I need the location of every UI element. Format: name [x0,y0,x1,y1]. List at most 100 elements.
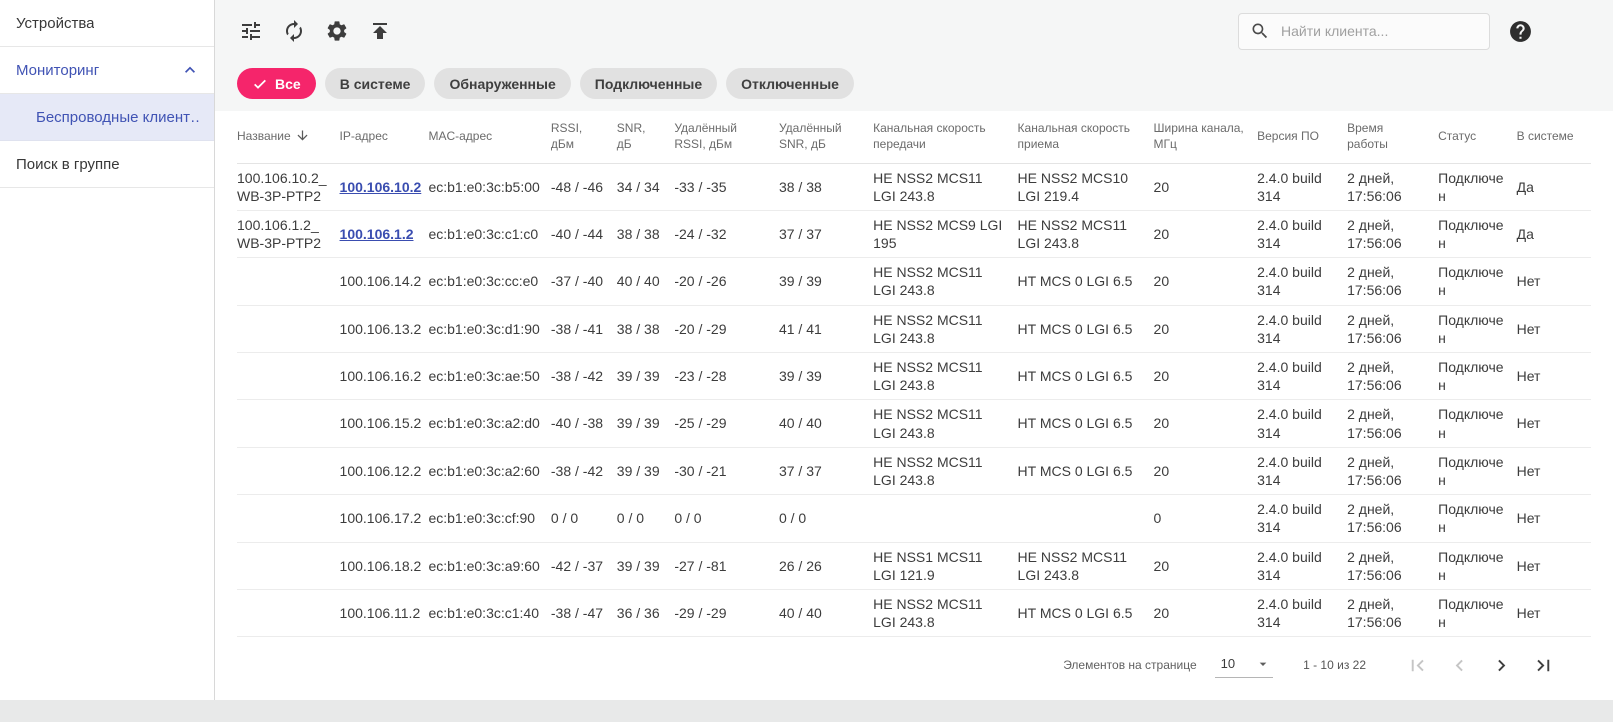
column-header-label: В системе [1517,129,1574,143]
column-header-channel_width[interactable]: Ширина канала, МГц [1154,111,1258,163]
toolbar-right [1238,13,1535,50]
filter-settings-button[interactable] [237,17,265,45]
cell-channel_width: 20 [1154,305,1258,352]
cell-ip: 100.106.10.2 [340,163,429,210]
ip-link[interactable]: 100.106.1.2 [340,226,414,242]
search-input[interactable] [1279,22,1478,40]
column-header-name[interactable]: Название [237,111,340,163]
sidebar-item-group-search[interactable]: Поиск в группе [0,141,214,188]
column-header-in_system[interactable]: В системе [1517,111,1591,163]
search-icon [1250,21,1270,41]
cell-remote_snr: 26 / 26 [779,542,873,589]
sidebar: Устройства Мониторинг Беспроводные клиен… [0,0,215,700]
refresh-button[interactable] [280,17,308,45]
cell-mac: ec:b1:e0:3c:d1:90 [428,305,550,352]
column-header-label: Статус [1438,129,1476,143]
cell-remote_snr: 40 / 40 [779,589,873,636]
cell-ip: 100.106.17.2 [340,495,429,542]
last-page-button[interactable] [1530,652,1557,679]
column-header-mac[interactable]: MAC-адрес [428,111,550,163]
cell-ip: 100.106.15.2 [340,400,429,447]
column-header-version[interactable]: Версия ПО [1257,111,1347,163]
cell-remote_snr: 0 / 0 [779,495,873,542]
cell-mac: ec:b1:e0:3c:cf:90 [428,495,550,542]
cell-uptime: 2 дней, 17:56:06 [1347,210,1438,257]
cell-rx_rate: HT MCS 0 LGI 6.5 [1018,400,1154,447]
cell-rx_rate: HE NSS2 MCS11 LGI 243.8 [1018,210,1154,257]
cell-channel_width: 20 [1154,589,1258,636]
cell-mac: ec:b1:e0:3c:a2:60 [428,447,550,494]
cell-rx_rate: HT MCS 0 LGI 6.5 [1018,305,1154,352]
cell-status: Подключен [1438,210,1516,257]
upload-button[interactable] [366,17,394,45]
cell-in_system: Нет [1517,495,1591,542]
table-row[interactable]: 100.106.12.2ec:b1:e0:3c:a2:60-38 / -4239… [237,447,1591,494]
table-header-row: Название IP-адрес MAC-адресRSSI, дБмSNR, д… [237,111,1591,163]
cell-version: 2.4.0 build 314 [1257,305,1347,352]
column-header-remote_snr[interactable]: Удалённый SNR, дБ [779,111,873,163]
table-row[interactable]: 100.106.10.2_WB-3P-PTP2100.106.10.2ec:b1… [237,163,1591,210]
cell-channel_width: 20 [1154,542,1258,589]
table-row[interactable]: 100.106.18.2ec:b1:e0:3c:a9:60-42 / -3739… [237,542,1591,589]
sidebar-item-wireless-clients[interactable]: Беспроводные клиент… [0,94,214,141]
settings-button[interactable] [323,17,351,45]
cell-in_system: Да [1517,210,1591,257]
column-header-rx_rate[interactable]: Канальная скорость приема [1018,111,1154,163]
table-row[interactable]: 100.106.1.2_WB-3P-PTP2100.106.1.2ec:b1:e… [237,210,1591,257]
sidebar-item-devices[interactable]: Устройства [0,0,214,47]
filter-chip[interactable]: Подключенные [580,68,717,99]
cell-name [237,589,340,636]
column-header-ip[interactable]: IP-адрес [340,111,429,163]
table-row[interactable]: 100.106.17.2ec:b1:e0:3c:cf:900 / 00 / 00… [237,495,1591,542]
table-row[interactable]: 100.106.16.2ec:b1:e0:3c:ae:50-38 / -4239… [237,353,1591,400]
filter-chip[interactable]: Все [237,68,316,99]
cell-tx_rate: HE NSS2 MCS11 LGI 243.8 [873,258,1017,305]
table-row[interactable]: 100.106.11.2ec:b1:e0:3c:c1:40-38 / -4736… [237,589,1591,636]
cell-name [237,258,340,305]
cell-tx_rate: HE NSS2 MCS11 LGI 243.8 [873,589,1017,636]
column-header-label: Ширина канала, МГц [1154,121,1244,151]
next-page-button[interactable] [1488,652,1515,679]
column-header-rssi[interactable]: RSSI, дБм [551,111,617,163]
chevron-left-icon [1448,654,1471,677]
column-header-remote_rssi[interactable]: Удалённый RSSI, дБм [674,111,779,163]
cell-snr: 34 / 34 [617,163,675,210]
column-header-snr[interactable]: SNR, дБ [617,111,675,163]
cell-in_system: Нет [1517,353,1591,400]
items-per-page-select[interactable]: 10 [1215,653,1273,678]
first-page-button[interactable] [1404,652,1431,679]
sidebar-item-monitoring[interactable]: Мониторинг [0,47,214,94]
cell-rssi: -40 / -44 [551,210,617,257]
cell-uptime: 2 дней, 17:56:06 [1347,305,1438,352]
cell-status: Подключен [1438,447,1516,494]
cell-remote_rssi: -27 / -81 [674,542,779,589]
cell-rx_rate: HT MCS 0 LGI 6.5 [1018,258,1154,305]
table-row[interactable]: 100.106.14.2ec:b1:e0:3c:cc:e0-37 / -4040… [237,258,1591,305]
cell-mac: ec:b1:e0:3c:b5:00 [428,163,550,210]
cell-name [237,353,340,400]
cell-version: 2.4.0 build 314 [1257,210,1347,257]
column-header-tx_rate[interactable]: Канальная скорость передачи [873,111,1017,163]
help-button[interactable] [1506,17,1535,46]
filter-chip[interactable]: Отключенные [726,68,854,99]
cell-mac: ec:b1:e0:3c:ae:50 [428,353,550,400]
cell-channel_width: 20 [1154,258,1258,305]
cell-rssi: -37 / -40 [551,258,617,305]
cell-tx_rate: HE NSS1 MCS11 LGI 121.9 [873,542,1017,589]
ip-link[interactable]: 100.106.10.2 [340,179,422,195]
filter-chip[interactable]: Обнаруженные [434,68,570,99]
table-row[interactable]: 100.106.15.2ec:b1:e0:3c:a2:d0-40 / -3839… [237,400,1591,447]
column-header-label: IP-адрес [340,129,388,143]
filter-chip[interactable]: В системе [325,68,426,99]
cell-name [237,305,340,352]
column-header-status[interactable]: Статус [1438,111,1516,163]
table-row[interactable]: 100.106.13.2ec:b1:e0:3c:d1:90-38 / -4138… [237,305,1591,352]
cell-snr: 39 / 39 [617,447,675,494]
column-header-label: Название [237,129,291,143]
previous-page-button[interactable] [1446,652,1473,679]
cell-uptime: 2 дней, 17:56:06 [1347,258,1438,305]
column-header-uptime[interactable]: Время работы [1347,111,1438,163]
cell-snr: 0 / 0 [617,495,675,542]
upload-icon [368,19,392,43]
cell-tx_rate: HE NSS2 MCS11 LGI 243.8 [873,400,1017,447]
